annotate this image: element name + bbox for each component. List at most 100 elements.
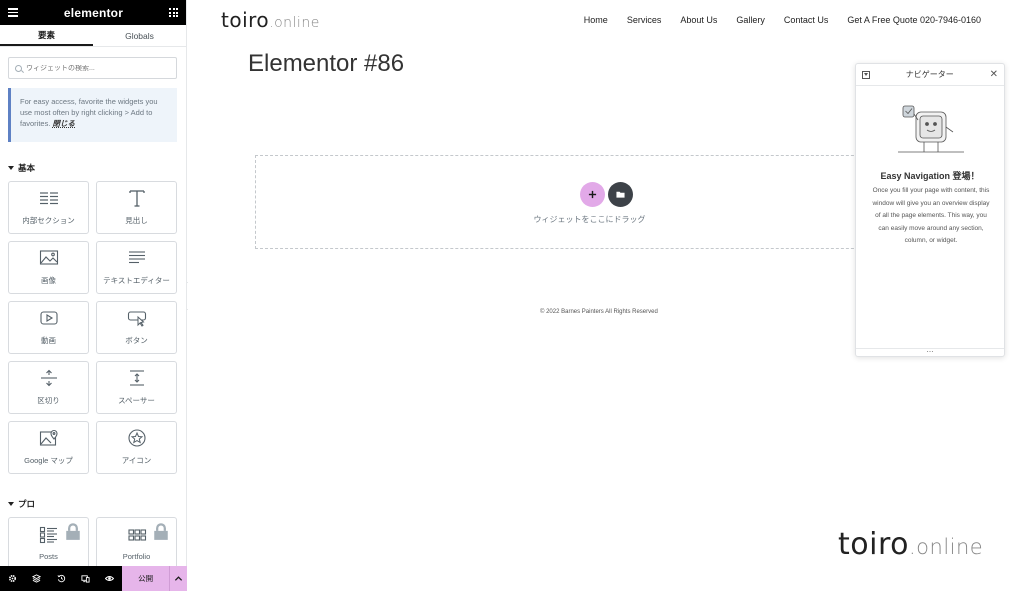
nav-link-services[interactable]: Services [627,15,662,25]
widget-label: Portfolio [122,552,151,561]
navigator-illustration-icon [898,105,964,153]
responsive-mode-button[interactable] [73,566,97,591]
preview-button[interactable] [98,566,122,591]
favorites-tip: For easy access, favorite the widgets yo… [8,88,177,142]
settings-icon [8,574,16,583]
heading-icon [128,190,145,207]
empty-section-dropzone[interactable]: ウィジェットをここにドラッグ [255,155,924,249]
tab-globals[interactable]: Globals [93,25,186,46]
site-navigation: Home Services About Us Gallery Contact U… [584,15,981,25]
button-icon [127,311,146,327]
navigator-button[interactable] [24,566,48,591]
logo-suffix-text: .online [908,535,984,559]
navigator-header[interactable]: ナビゲーター ✕ [856,64,1004,86]
search-icon [15,64,22,72]
logo-main-text: toiro [838,527,909,562]
widget-button[interactable]: ボタン [96,301,177,354]
widget-label: スペーサー [118,396,155,405]
divider-icon [40,369,57,387]
panel-brand: elementor [63,5,124,20]
basic-section-header[interactable]: 基本 [8,162,35,174]
tip-close-link[interactable]: 閉じる [53,119,76,128]
widget-video[interactable]: 動画 [8,301,89,354]
responsive-icon [81,575,90,583]
widget-label: アイコン [121,456,152,465]
widget-divider[interactable]: 区切り [8,361,89,414]
nav-link-contact-us[interactable]: Contact Us [784,15,829,25]
inner-section-icon [39,192,58,205]
caret-down-icon [8,502,14,506]
history-icon [57,574,65,583]
favorites-tip-text: For easy access, favorite the widgets yo… [20,97,158,128]
settings-button[interactable] [0,566,24,591]
widget-search-input[interactable] [26,64,166,72]
portfolio-icon [127,529,146,541]
chevron-up-icon [174,576,183,581]
spacer-icon [129,370,144,386]
widget-label: テキストエディター [103,276,170,285]
elementor-panel: elementor 要素 Globals For easy access, fa… [0,0,188,591]
add-section-button[interactable] [580,182,605,207]
video-icon [39,311,58,325]
widgets-grid-icon[interactable] [169,8,178,17]
panel-tabs: 要素 Globals [0,25,186,47]
logo-suffix-text: .online [269,15,320,31]
navigator-resize-handle[interactable]: … [856,347,1004,356]
publish-button[interactable]: 公開 [122,566,170,591]
widget-label: Posts [39,552,58,561]
panel-header: elementor [0,0,186,25]
widget-image[interactable]: 画像 [8,241,89,294]
widget-posts[interactable]: Posts [8,517,89,570]
widget-search [8,57,177,79]
widget-text-editor[interactable]: テキストエディター [96,241,177,294]
navigator-panel[interactable]: ナビゲーター ✕ Easy Navigation 登場！ Once you fi… [855,63,1005,357]
lock-icon [66,523,80,540]
pro-section-header[interactable]: プロ [8,498,35,510]
pro-section-title: プロ [18,499,36,509]
close-icon[interactable]: ✕ [990,69,998,80]
caret-down-icon [8,166,14,170]
posts-icon [39,526,57,544]
layers-icon [32,574,42,583]
nav-link-free-quote[interactable]: Get A Free Quote 020-7946-0160 [847,15,981,25]
plus-icon [588,190,597,199]
widget-icon[interactable]: アイコン [96,421,177,474]
widget-spacer[interactable]: スペーサー [96,361,177,414]
widget-label: 内部セクション [22,216,75,225]
widget-label: ボタン [125,336,148,345]
panel-footer: 公開 [0,566,188,591]
history-button[interactable] [49,566,73,591]
widget-inner-section[interactable]: 内部セクション [8,181,89,234]
nav-link-home[interactable]: Home [584,15,608,25]
navigator-heading: Easy Navigation 登場！ [880,171,980,181]
logo-main-text: toiro [221,8,270,32]
image-icon [39,250,58,265]
expand-all-icon[interactable] [862,70,870,79]
widget-label: 見出し [125,216,148,225]
widget-heading[interactable]: 見出し [96,181,177,234]
footer-logo: toiro.online [838,527,983,562]
nav-link-gallery[interactable]: Gallery [736,15,765,25]
widget-google-maps[interactable]: Google マップ [8,421,89,474]
folder-icon [616,191,625,198]
google-maps-icon [39,429,58,446]
text-editor-icon [128,251,145,264]
widget-label: Google マップ [24,456,73,465]
add-template-button[interactable] [608,182,633,207]
page-title: Elementor #86 [248,50,405,77]
star-icon [127,429,146,447]
navigator-title: ナビゲーター [905,70,954,79]
widget-label: 区切り [37,396,60,405]
publish-options-button[interactable] [169,566,188,591]
nav-link-about-us[interactable]: About Us [680,15,717,25]
dropzone-text: ウィジェットをここにドラッグ [533,215,646,224]
widget-label: 動画 [41,336,56,345]
footer-copyright: © 2022 Barnes Painters All Rights Reserv… [540,309,658,315]
menu-icon[interactable] [8,6,18,19]
widget-label: 画像 [41,276,56,285]
widget-portfolio[interactable]: Portfolio [96,517,177,570]
basic-section-title: 基本 [18,163,36,173]
navigator-description: Once you fill your page with content, th… [872,187,990,244]
tab-elements[interactable]: 要素 [0,25,93,46]
site-logo[interactable]: toiro.online [221,8,320,32]
